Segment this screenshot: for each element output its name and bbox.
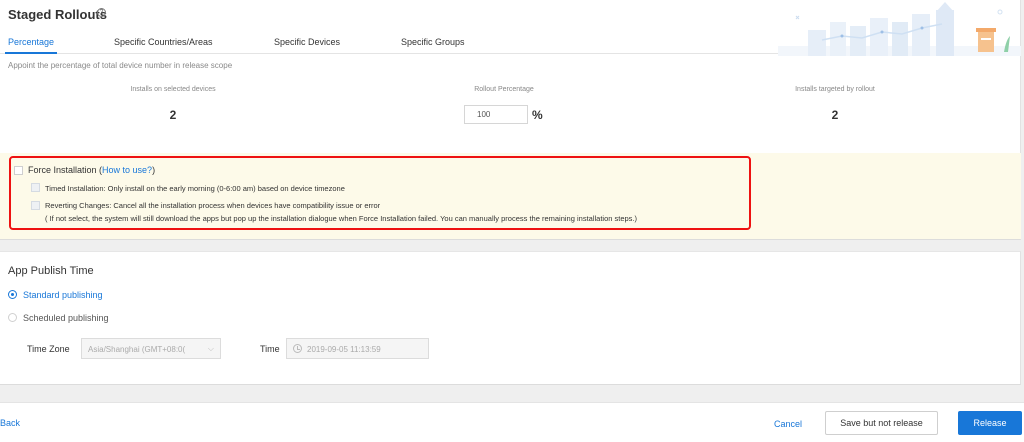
percent-unit: % <box>532 108 543 122</box>
rollout-percentage-label: Rollout Percentage <box>474 86 534 93</box>
timed-installation-checkbox[interactable] <box>31 183 40 192</box>
time-zone-label: Time Zone <box>27 344 70 354</box>
scheduled-publishing-label[interactable]: Scheduled publishing <box>23 313 109 323</box>
tab-specific-devices[interactable]: Specific Devices <box>274 37 340 47</box>
percentage-description: Appoint the percentage of total device n… <box>8 61 233 70</box>
chevron-down-icon: ⌵ <box>207 344 214 353</box>
app-publish-time-title: App Publish Time <box>8 265 94 277</box>
save-not-release-button[interactable]: Save but not release <box>825 411 938 435</box>
back-link[interactable]: Back <box>0 418 20 428</box>
installs-targeted-label: Installs targeted by rollout <box>795 86 875 93</box>
force-installation-note: ( If not select, the system will still d… <box>45 214 638 223</box>
page-title: Staged Rollouts <box>8 7 107 22</box>
scheduled-publishing-radio[interactable] <box>8 313 17 322</box>
how-to-use-link[interactable]: How to use? <box>102 165 152 175</box>
standard-publishing-radio[interactable] <box>8 290 17 299</box>
installs-selected-value: 2 <box>169 108 177 122</box>
tab-specific-countries[interactable]: Specific Countries/Areas <box>114 37 213 47</box>
installs-selected-label: Installs on selected devices <box>130 86 216 93</box>
rollout-percentage-input[interactable] <box>464 105 528 124</box>
time-label: Time <box>260 344 280 354</box>
force-installation-label: Force Installation (How to use?) <box>28 165 155 175</box>
clock-icon <box>293 344 302 353</box>
time-zone-value: Asia/Shanghai (GMT+08:0( <box>88 345 186 354</box>
time-value: 2019-09-05 11:13:59 <box>307 345 381 354</box>
force-installation-checkbox[interactable] <box>14 166 23 175</box>
time-picker[interactable]: 2019-09-05 11:13:59 <box>286 338 429 359</box>
tab-specific-groups[interactable]: Specific Groups <box>401 37 465 47</box>
time-zone-select[interactable]: Asia/Shanghai (GMT+08:0( ⌵ <box>81 338 221 359</box>
rollout-illustration <box>778 2 1021 56</box>
cancel-link[interactable]: Cancel <box>774 419 802 429</box>
active-tab-indicator <box>5 52 57 54</box>
force-installation-text: Force Installation ( <box>28 165 103 175</box>
release-button[interactable]: Release <box>958 411 1022 435</box>
tab-percentage[interactable]: Percentage <box>8 37 54 47</box>
timed-installation-label: Timed Installation: Only install on the … <box>45 184 345 193</box>
installs-targeted-value: 2 <box>831 108 839 122</box>
standard-publishing-label[interactable]: Standard publishing <box>23 290 103 300</box>
question-circle-icon[interactable]: ? <box>97 8 106 17</box>
reverting-changes-checkbox[interactable] <box>31 201 40 210</box>
app-publish-time-card <box>0 251 1021 385</box>
force-installation-close-paren: ) <box>152 165 156 175</box>
reverting-changes-label: Reverting Changes: Cancel all the instal… <box>45 201 381 210</box>
